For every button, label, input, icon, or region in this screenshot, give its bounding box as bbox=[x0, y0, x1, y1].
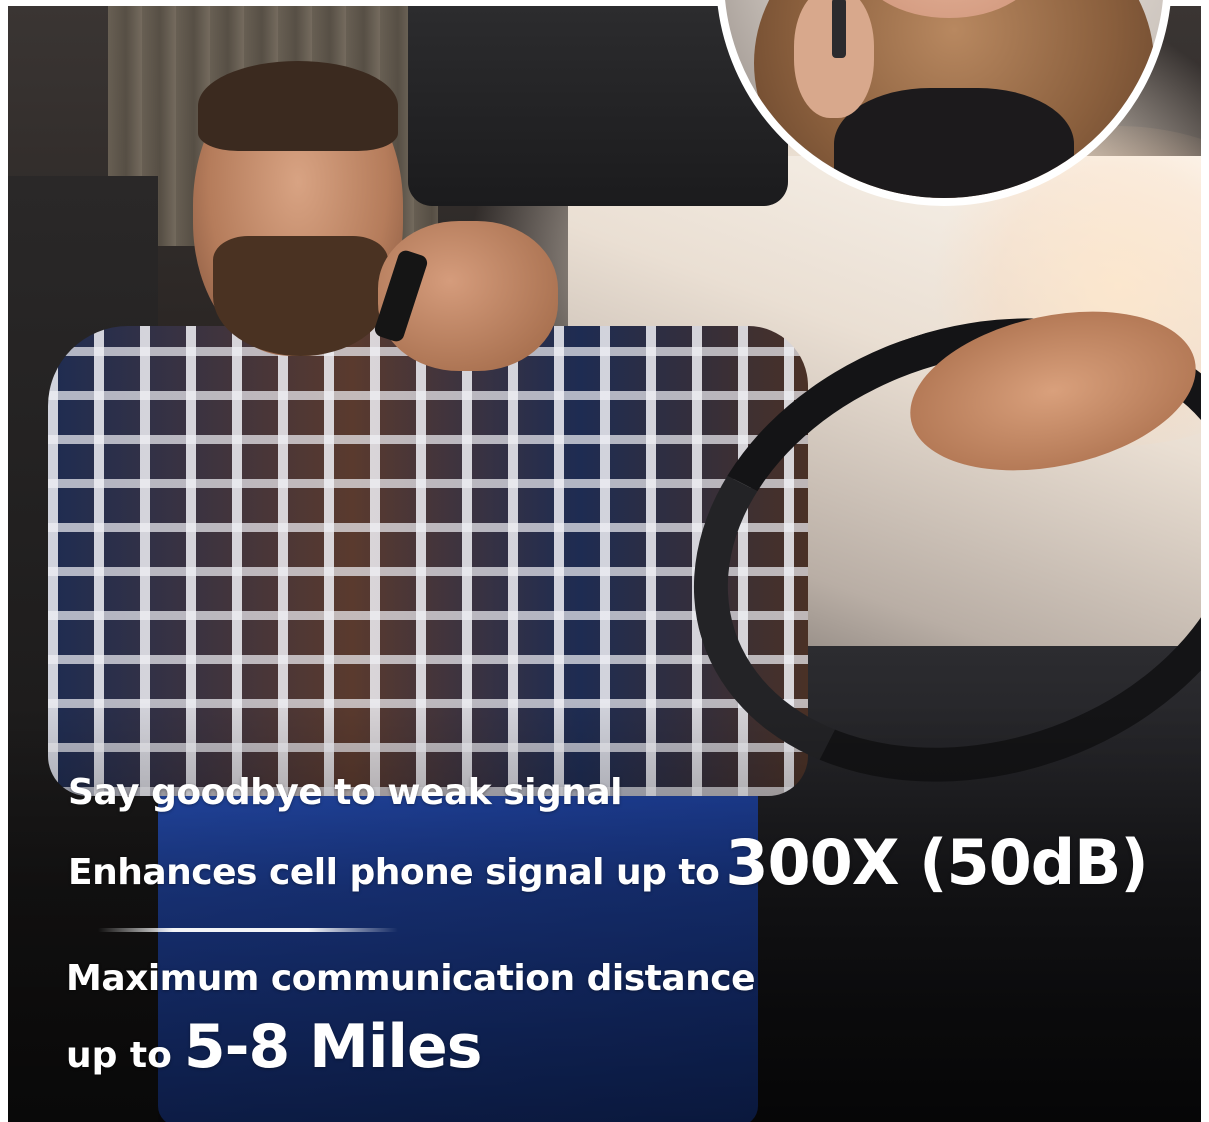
headline: Say goodbye to weak signal bbox=[68, 772, 623, 813]
driver-hair bbox=[198, 61, 398, 151]
distance-heading: Maximum communication distance bbox=[66, 958, 756, 999]
distance-lead: up to bbox=[66, 1035, 172, 1076]
caller-top bbox=[834, 88, 1074, 198]
distance-line: up to 5-8 Miles bbox=[66, 1012, 483, 1082]
divider bbox=[98, 928, 398, 932]
boost-line: Enhances cell phone signal up to 300X (5… bbox=[68, 826, 1149, 899]
caller-phone-icon bbox=[832, 0, 846, 58]
driver-beard bbox=[213, 236, 388, 356]
promo-image: Say goodbye to weak signal Enhances cell… bbox=[0, 0, 1209, 1122]
distance-value: 5-8 Miles bbox=[183, 1012, 483, 1082]
boost-value: 300X (50dB) bbox=[725, 826, 1148, 899]
boost-lead: Enhances cell phone signal up to bbox=[68, 852, 720, 893]
